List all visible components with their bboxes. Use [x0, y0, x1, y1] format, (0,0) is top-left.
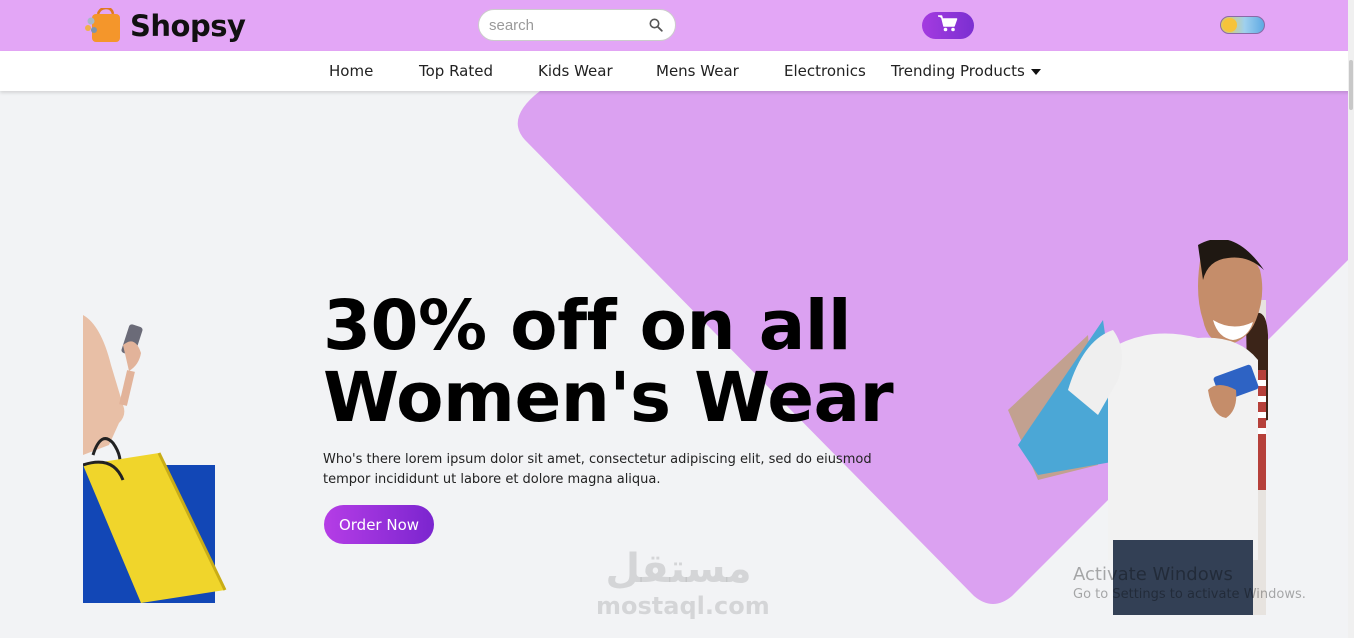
scrollbar-thumb[interactable] [1349, 60, 1353, 110]
hero-headline-line-1: 30% off on all [323, 286, 852, 366]
chevron-down-icon [1030, 68, 1041, 75]
nav-item-kids-wear[interactable]: Kids Wear [538, 62, 613, 80]
cart-button[interactable] [922, 12, 974, 39]
search-icon[interactable] [649, 18, 663, 37]
hero-headline-line-2: Women's Wear [323, 358, 894, 438]
nav-item-home[interactable]: Home [329, 62, 373, 80]
order-now-button[interactable]: Order Now [324, 505, 434, 544]
nav-item-electronics[interactable]: Electronics [784, 62, 866, 80]
search-box[interactable] [478, 9, 676, 41]
site-watermark: مستقل mostaql.com [596, 545, 770, 620]
nav-item-top-rated[interactable]: Top Rated [419, 62, 493, 80]
main-navigation: Home Top Rated Kids Wear Mens Wear Elect… [0, 51, 1354, 91]
nav-item-trending-products[interactable]: Trending Products [891, 62, 1041, 80]
sun-icon [1223, 18, 1237, 32]
search-input[interactable] [487, 16, 641, 35]
theme-toggle[interactable] [1220, 16, 1265, 34]
nav-item-mens-wear[interactable]: Mens Wear [656, 62, 739, 80]
watermark-latin: mostaql.com [596, 592, 770, 620]
hero-headline: 30% off on all Women's Wear [323, 286, 894, 438]
brand-logo[interactable]: Shopsy [84, 6, 246, 44]
man-shopping-image [1008, 240, 1268, 615]
shopping-bag-logo-icon [84, 6, 122, 44]
trending-products-label: Trending Products [891, 62, 1025, 80]
activate-windows-subtitle: Go to Settings to activate Windows. [1073, 587, 1306, 602]
activate-windows-overlay: Activate Windows Go to Settings to activ… [1073, 564, 1306, 604]
brand-name: Shopsy [130, 9, 246, 43]
cart-icon [938, 14, 958, 37]
woman-shopping-image [83, 315, 227, 603]
hero-description: Who's there lorem ipsum dolor sit amet, … [323, 452, 872, 487]
activate-windows-title: Activate Windows [1073, 564, 1233, 585]
watermark-arabic: مستقل [605, 546, 752, 592]
